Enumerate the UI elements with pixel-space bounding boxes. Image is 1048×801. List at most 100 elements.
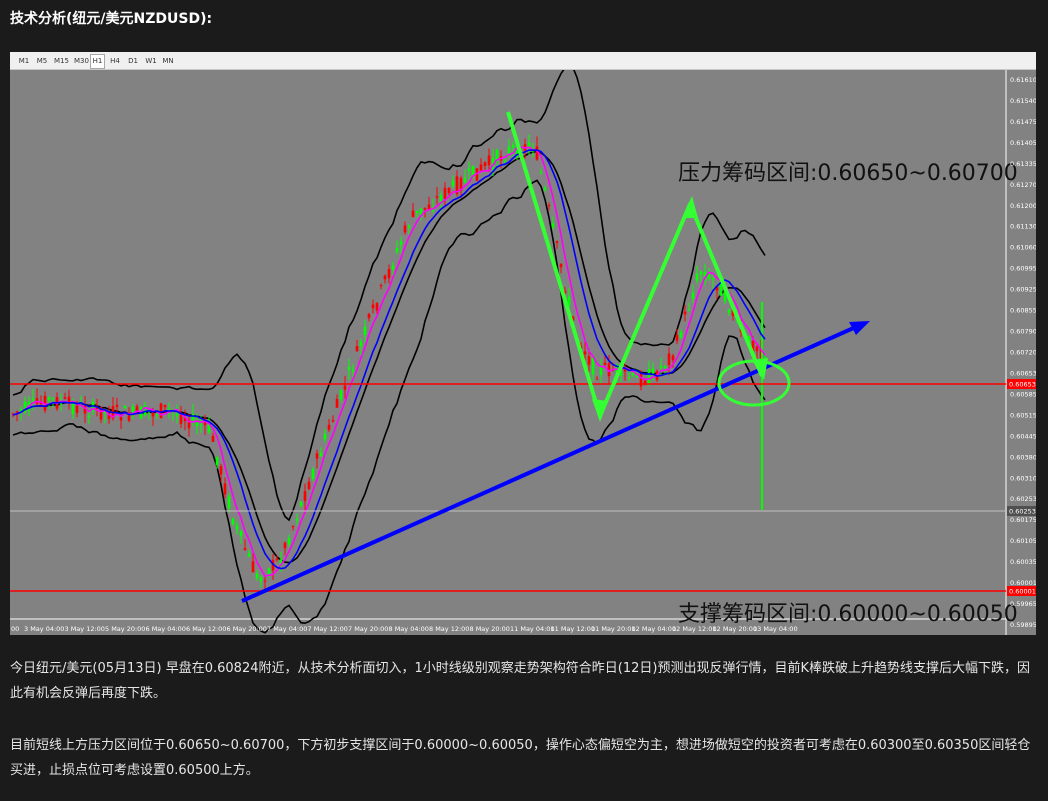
analysis-paragraph-2: 目前短线上方压力区间位于0.60650~0.60700，下方初步支撑区间于0.6… bbox=[10, 738, 1031, 778]
candle-body bbox=[423, 207, 427, 210]
price-tick-label: 0.60653 bbox=[1010, 369, 1036, 377]
timeframe-button-h4[interactable]: H4 bbox=[107, 54, 123, 69]
price-marker-label: 0.60001 bbox=[1009, 588, 1036, 596]
candle-body bbox=[291, 526, 295, 528]
timeframe-toolbar: M1 M5 M15 M30 H1 H4 D1 W1 MN bbox=[10, 52, 1036, 70]
candle-body bbox=[175, 413, 179, 417]
price-tick-label: 0.61200 bbox=[1010, 202, 1036, 210]
candle-body bbox=[231, 518, 235, 525]
support-zone-label: 支撑筹码区间:0.60000~0.60050 bbox=[678, 602, 1018, 627]
timeframe-button-mn[interactable]: MN bbox=[160, 54, 176, 69]
candle-body bbox=[687, 309, 691, 311]
candle-body bbox=[711, 278, 715, 280]
candle-body bbox=[195, 421, 199, 427]
time-tick-label: 8 May 04:00 bbox=[389, 625, 429, 633]
candle-body bbox=[359, 341, 363, 347]
candle-body bbox=[71, 402, 75, 414]
candle-body bbox=[343, 385, 347, 390]
price-tick-label: 0.59965 bbox=[1010, 600, 1036, 608]
candle-body bbox=[547, 205, 551, 207]
price-tick-label: 0.61270 bbox=[1010, 181, 1036, 189]
time-tick-label: 6 May 04:00 bbox=[146, 625, 186, 633]
candle-body bbox=[651, 368, 655, 375]
candle-body bbox=[223, 483, 227, 495]
candle-body bbox=[511, 144, 515, 148]
price-tick-label: 0.61130 bbox=[1010, 223, 1036, 231]
candle-body bbox=[559, 263, 563, 268]
candle-body bbox=[695, 273, 699, 281]
candlestick-chart[interactable]: 压力筹码区间:0.60650~0.60700 支撑筹码区间:0.60000~0.… bbox=[10, 65, 1037, 635]
time-tick-label: 7 May 20:00 bbox=[348, 625, 388, 633]
candle-body bbox=[339, 390, 343, 400]
candle-body bbox=[659, 365, 663, 368]
candle-body bbox=[191, 413, 195, 421]
candle-body bbox=[403, 225, 407, 233]
candle-body bbox=[127, 415, 131, 421]
candle-body bbox=[627, 377, 631, 379]
candle-body bbox=[555, 241, 559, 243]
candle-body bbox=[179, 414, 183, 424]
candle-body bbox=[163, 404, 167, 408]
timeframe-button-w1[interactable]: W1 bbox=[143, 54, 159, 69]
timeframe-button-m30[interactable]: M30 bbox=[72, 54, 91, 69]
candle-body bbox=[155, 414, 159, 416]
price-chart-window: M1 M5 M15 M30 H1 H4 D1 W1 MN 压力筹码区间:0.60… bbox=[10, 52, 1037, 635]
price-tick-label: 0.60175 bbox=[1010, 516, 1036, 524]
time-tick-label: 12 May 04:00 bbox=[632, 625, 677, 633]
candle-body bbox=[727, 309, 731, 313]
time-tick-label: 00 bbox=[11, 625, 19, 633]
candle-body bbox=[167, 407, 171, 410]
candle-body bbox=[595, 378, 599, 380]
candle-body bbox=[51, 398, 55, 400]
time-tick-label: 8 May 20:00 bbox=[470, 625, 510, 633]
candle-body bbox=[379, 284, 383, 287]
time-tick-label: 11 May 20:00 bbox=[591, 625, 636, 633]
resistance-zone-label: 压力筹码区间:0.60650~0.60700 bbox=[678, 161, 1018, 186]
candle-body bbox=[443, 187, 447, 200]
price-tick-label: 0.60855 bbox=[1010, 307, 1036, 315]
candle-body bbox=[503, 160, 507, 162]
price-tick-label: 0.60925 bbox=[1010, 286, 1036, 294]
candle-body bbox=[435, 196, 439, 198]
price-tick-label: 0.60790 bbox=[1010, 328, 1036, 336]
candle-body bbox=[199, 424, 203, 426]
timeframe-button-m15[interactable]: M15 bbox=[52, 54, 71, 69]
time-tick-label: 11 May 04:00 bbox=[510, 625, 555, 633]
candle-body bbox=[123, 406, 127, 409]
candle-body bbox=[115, 404, 119, 408]
candle-body bbox=[335, 399, 339, 408]
price-tick-label: 0.61475 bbox=[1010, 118, 1036, 126]
candle-body bbox=[351, 369, 355, 372]
candle-body bbox=[587, 356, 591, 365]
candle-body bbox=[327, 424, 331, 430]
candle-body bbox=[367, 313, 371, 319]
candle-body bbox=[259, 577, 263, 582]
timeframe-button-m5[interactable]: M5 bbox=[34, 54, 50, 69]
candle-body bbox=[671, 355, 675, 361]
candle-body bbox=[347, 367, 351, 371]
candle-body bbox=[263, 580, 267, 582]
candle-body bbox=[311, 469, 315, 479]
candle-body bbox=[375, 303, 379, 311]
price-tick-label: 0.60720 bbox=[1010, 349, 1036, 357]
candle-body bbox=[31, 398, 35, 401]
timeframe-button-h1[interactable]: H1 bbox=[90, 54, 105, 69]
candle-body bbox=[211, 436, 215, 442]
timeframe-button-d1[interactable]: D1 bbox=[125, 54, 141, 69]
price-tick-label: 0.60001 bbox=[1010, 579, 1036, 587]
candle-body bbox=[603, 362, 607, 365]
analysis-paragraph-1: 今日纽元/美元(05月13日) 早盘在0.60824附近，从技术分析面切入，1小… bbox=[10, 661, 1030, 701]
candle-body bbox=[663, 365, 667, 368]
candle-body bbox=[591, 357, 595, 375]
candle-body bbox=[463, 178, 467, 183]
candle-body bbox=[63, 397, 67, 399]
candle-body bbox=[763, 356, 767, 358]
candle-body bbox=[255, 573, 259, 579]
candle-body bbox=[411, 210, 415, 217]
candle-body bbox=[647, 368, 651, 386]
candle-body bbox=[371, 304, 375, 309]
time-tick-label: 6 May 12:00 bbox=[186, 625, 226, 633]
timeframe-button-m1[interactable]: M1 bbox=[16, 54, 32, 69]
candle-body bbox=[487, 155, 491, 166]
candle-body bbox=[543, 188, 547, 190]
